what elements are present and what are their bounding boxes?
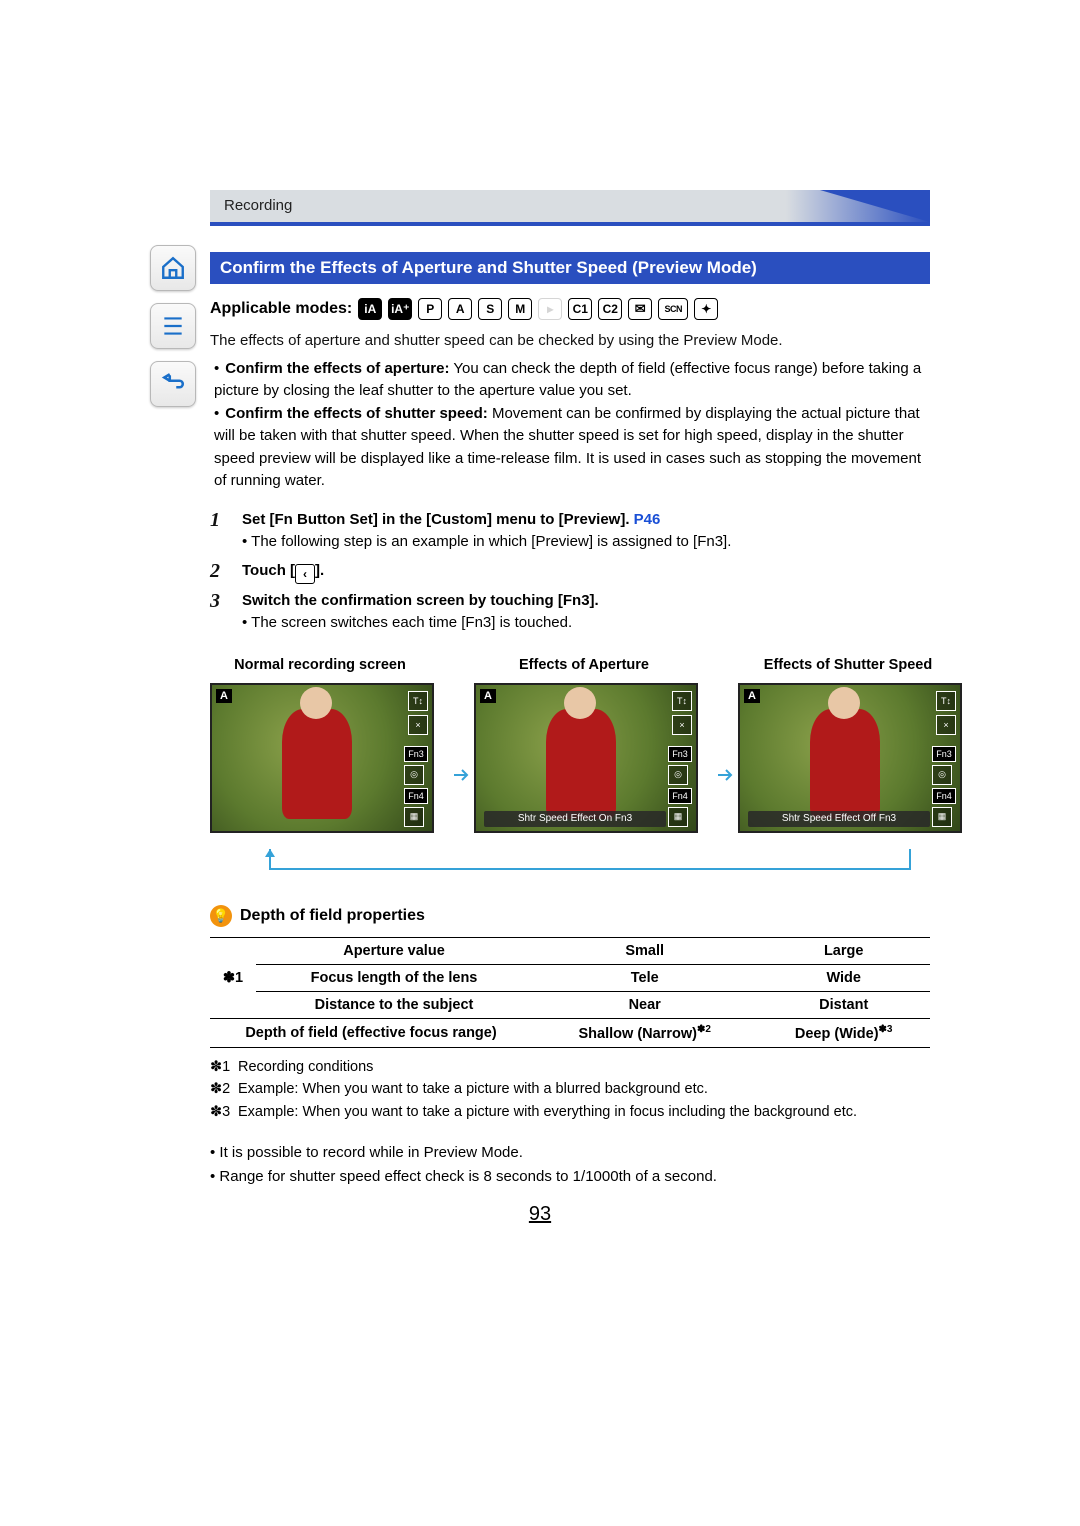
dof-header: 💡 Depth of field properties: [210, 905, 930, 927]
screen-label: Effects of Shutter Speed: [738, 657, 958, 675]
overlay-text: Shtr Speed Effect On Fn3: [484, 811, 666, 827]
zoom-t-icon: T↕: [936, 691, 956, 711]
home-icon[interactable]: [150, 245, 196, 291]
step-number: 1: [210, 509, 228, 554]
zoom-x-icon: ×: [408, 715, 428, 735]
zoom-t-icon: T↕: [672, 691, 692, 711]
footnotes: ✽1Recording conditions ✽2Example: When y…: [210, 1056, 930, 1123]
mode-icon: C2: [598, 298, 622, 320]
table-cell: Wide: [757, 964, 930, 991]
bullet-lead: Confirm the effects of aperture:: [225, 360, 449, 377]
table-cell: Aperture value: [256, 937, 532, 964]
screen-label: Normal recording screen: [210, 657, 430, 675]
tip-icon: 💡: [210, 905, 232, 927]
overlay-text: Shtr Speed Effect Off Fn3: [748, 811, 930, 827]
card-icon: ▦: [668, 807, 688, 827]
table-cell: Distant: [757, 991, 930, 1018]
step-sub: The screen switches each time [Fn3] is t…: [242, 612, 930, 635]
mode-icon: ▸: [538, 298, 562, 320]
back-icon[interactable]: [150, 361, 196, 407]
mode-icon: iA: [358, 298, 382, 320]
mode-badge: A: [216, 689, 232, 703]
table-cell: Small: [532, 937, 757, 964]
target-icon: ◎: [668, 765, 688, 785]
table-cell: Distance to the subject: [256, 991, 532, 1018]
mode-icon: M: [508, 298, 532, 320]
screen-preview: A T↕ × Fn3 ◎ Fn4 ▦ Shtr Speed Effect Off …: [738, 683, 962, 833]
fn4-icon: Fn4: [668, 788, 692, 804]
preview-screens: Normal recording screen A T↕ × Fn3 ◎ Fn4 …: [210, 657, 930, 833]
end-notes: It is possible to record while in Previe…: [210, 1141, 930, 1189]
mode-badge: A: [480, 689, 496, 703]
sidebar: [150, 245, 196, 407]
footnote-text: Example: When you want to take a picture…: [238, 1078, 708, 1100]
table-cell: Near: [532, 991, 757, 1018]
footnote-mark: ✽3: [210, 1101, 238, 1123]
dof-title: Depth of field properties: [240, 907, 425, 925]
screen-label: Effects of Aperture: [474, 657, 694, 675]
table-cell: Shallow (Narrow)✽2: [532, 1018, 757, 1047]
card-icon: ▦: [932, 807, 952, 827]
step-sub: The following step is an example in whic…: [242, 531, 930, 554]
footnote-mark: ✽1: [210, 1056, 238, 1078]
fn4-icon: Fn4: [404, 788, 428, 804]
table-cell: Large: [757, 937, 930, 964]
mode-icon: ✦: [694, 298, 718, 320]
table-cell: Tele: [532, 964, 757, 991]
dof-table: ✽1 Aperture value Small Large Focus leng…: [210, 937, 930, 1048]
fn3-icon: Fn3: [932, 746, 956, 762]
zoom-x-icon: ×: [936, 715, 956, 735]
step-title: Set [Fn Button Set] in the [Custom] menu…: [242, 511, 634, 528]
page-number[interactable]: 93: [0, 1203, 1080, 1226]
mode-badge: A: [744, 689, 760, 703]
applicable-modes-row: Applicable modes: iA iA⁺ P A S M ▸ C1 C2…: [210, 298, 930, 320]
section-title: Confirm the Effects of Aperture and Shut…: [210, 252, 930, 284]
target-icon: ◎: [404, 765, 424, 785]
footnote-mark: ✽2: [210, 1078, 238, 1100]
note-item: Range for shutter speed effect check is …: [210, 1165, 930, 1189]
step-number: 3: [210, 590, 228, 635]
table-cell: Focus length of the lens: [256, 964, 532, 991]
flow-arrows: [210, 839, 930, 879]
mode-icon: ✉: [628, 298, 652, 320]
page-reference-link[interactable]: P46: [634, 511, 661, 528]
table-rowspan-marker: ✽1: [210, 937, 256, 1018]
intro-text: The effects of aperture and shutter spee…: [210, 330, 930, 352]
step-title: Switch the confirmation screen by touchi…: [242, 592, 599, 609]
mode-icon: S: [478, 298, 502, 320]
fn3-icon: Fn3: [668, 746, 692, 762]
mode-icon: SCN: [658, 298, 688, 320]
bullet-lead: Confirm the effects of shutter speed:: [225, 405, 488, 422]
fn4-icon: Fn4: [932, 788, 956, 804]
footnote-text: Recording conditions: [238, 1056, 373, 1078]
applicable-modes-label: Applicable modes:: [210, 300, 352, 318]
mode-icon: A: [448, 298, 472, 320]
screen-preview: A T↕ × Fn3 ◎ Fn4 ▦: [210, 683, 434, 833]
footnote-text: Example: When you want to take a picture…: [238, 1101, 857, 1123]
screen-preview: A T↕ × Fn3 ◎ Fn4 ▦ Shtr Speed Effect On F…: [474, 683, 698, 833]
mode-icon: P: [418, 298, 442, 320]
steps: 1 Set [Fn Button Set] in the [Custom] me…: [210, 509, 930, 635]
breadcrumb: Recording: [210, 190, 930, 226]
table-cell: Depth of field (effective focus range): [210, 1018, 532, 1047]
zoom-x-icon: ×: [672, 715, 692, 735]
intro-bullets: Confirm the effects of aperture: You can…: [210, 358, 930, 493]
step-number: 2: [210, 560, 228, 584]
arrow-right-icon: [716, 766, 734, 784]
note-item: It is possible to record while in Previe…: [210, 1141, 930, 1165]
target-icon: ◎: [932, 765, 952, 785]
table-cell: Deep (Wide)✽3: [757, 1018, 930, 1047]
arrow-right-icon: [452, 766, 470, 784]
touch-tab-icon: ‹: [295, 564, 315, 584]
fn3-icon: Fn3: [404, 746, 428, 762]
mode-icon: iA⁺: [388, 298, 412, 320]
contents-icon[interactable]: [150, 303, 196, 349]
zoom-t-icon: T↕: [408, 691, 428, 711]
card-icon: ▦: [404, 807, 424, 827]
step-title: Touch [‹].: [242, 562, 324, 579]
mode-icon: C1: [568, 298, 592, 320]
